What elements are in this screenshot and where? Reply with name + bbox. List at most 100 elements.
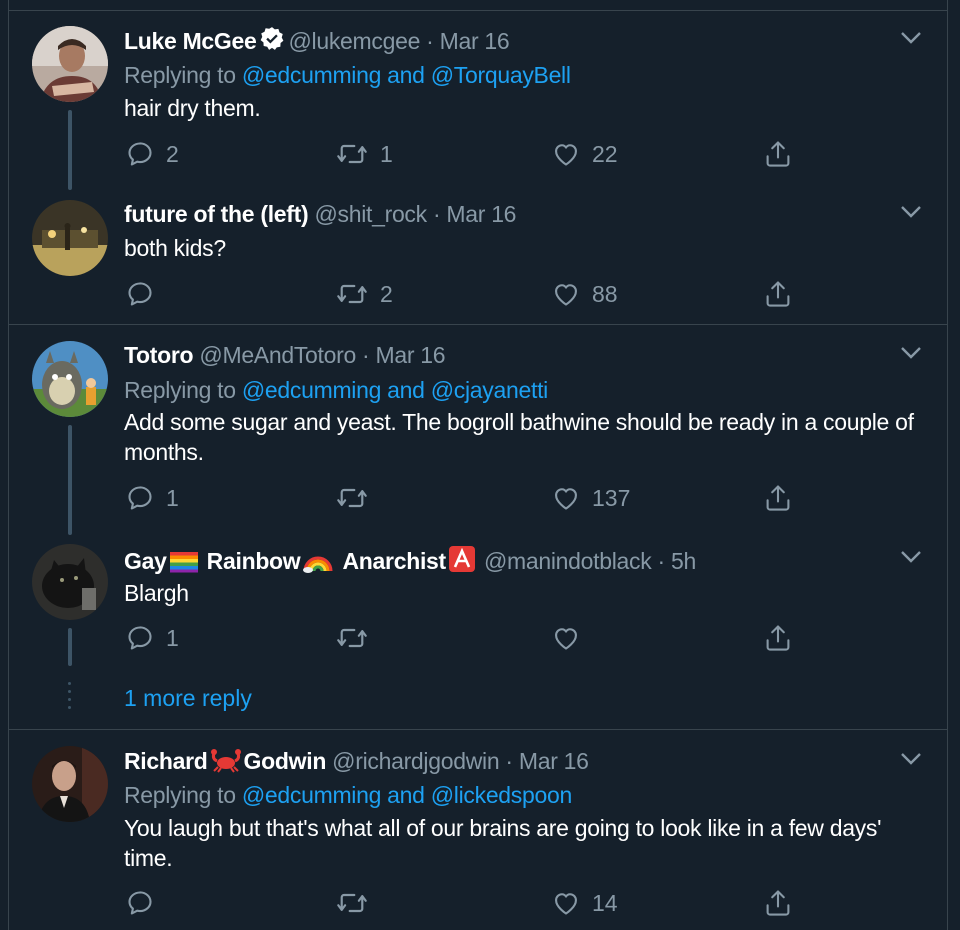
rainbow-emoji — [303, 556, 333, 573]
rainbow-flag-emoji — [169, 552, 198, 573]
replying-prefix: Replying to — [124, 62, 242, 88]
thread-line — [68, 110, 72, 190]
reply-count: 1 — [166, 484, 179, 511]
chevron-down-icon[interactable] — [900, 346, 922, 360]
timestamp[interactable]: Mar 16 — [376, 342, 446, 368]
replying-to: Replying to @edcumming and @cjayanetti — [124, 376, 548, 404]
share-icon — [766, 890, 790, 916]
avatar[interactable] — [32, 26, 108, 102]
handle[interactable]: @richardjgodwin — [332, 748, 499, 774]
tweet-text: Add some sugar and yeast. The bogroll ba… — [124, 409, 914, 465]
chevron-down-icon[interactable] — [900, 31, 922, 45]
avatar[interactable] — [32, 746, 108, 822]
reply-icon — [128, 891, 152, 915]
divider — [8, 324, 948, 325]
retweet-button[interactable] — [336, 483, 380, 513]
divider — [8, 10, 948, 11]
display-name-part[interactable]: Richard — [124, 748, 208, 774]
thread-line — [68, 425, 72, 535]
separator-dot: · — [505, 748, 513, 774]
thread-line — [68, 628, 72, 666]
reply-count: 1 — [166, 624, 179, 651]
like-button[interactable]: 22 — [552, 139, 618, 169]
crab-emoji — [210, 749, 241, 773]
reply-button[interactable] — [126, 888, 166, 918]
display-name-part[interactable]: Gay — [124, 548, 167, 574]
display-name-part[interactable]: Godwin — [244, 748, 327, 774]
more-replies-link[interactable]: 1 more reply — [124, 685, 252, 712]
display-name[interactable]: Luke McGee — [124, 28, 257, 54]
like-icon — [555, 628, 577, 650]
share-button[interactable] — [764, 279, 792, 309]
retweet-icon — [337, 144, 367, 164]
verified-badge-icon — [260, 27, 283, 50]
like-icon — [555, 144, 577, 166]
retweet-icon — [337, 628, 367, 648]
tweet-text: hair dry them. — [124, 95, 261, 121]
like-button[interactable]: 88 — [552, 279, 618, 309]
like-count: 22 — [592, 140, 618, 167]
chevron-down-icon[interactable] — [900, 752, 922, 766]
tweet-text: You laugh but that's what all of our bra… — [124, 815, 882, 871]
retweet-count: 1 — [380, 140, 393, 167]
display-name-part[interactable]: Rainbow — [207, 548, 301, 574]
chevron-down-icon[interactable] — [900, 205, 922, 219]
display-name[interactable]: Totoro — [124, 342, 194, 368]
reply-button[interactable]: 1 — [126, 483, 179, 513]
like-button[interactable]: 137 — [552, 483, 630, 513]
reply-button[interactable] — [126, 279, 166, 309]
handle[interactable]: @lukemcgee — [289, 28, 421, 54]
share-button[interactable] — [764, 623, 792, 653]
anarchy-a-emoji — [448, 546, 475, 572]
replying-prefix: Replying to — [124, 782, 242, 808]
share-button[interactable] — [764, 139, 792, 169]
retweet-icon — [337, 488, 367, 508]
reply-icon — [128, 486, 152, 510]
reply-button[interactable]: 2 — [126, 139, 179, 169]
like-button[interactable]: 14 — [552, 888, 618, 918]
handle[interactable]: @shit_rock — [314, 201, 427, 227]
display-name-part[interactable]: Anarchist — [343, 548, 447, 574]
tweet-header: Luke McGee @lukemcgee · Mar 16 — [124, 26, 510, 55]
like-icon — [555, 284, 577, 306]
retweet-count: 2 — [380, 280, 393, 307]
share-button[interactable] — [764, 888, 792, 918]
chevron-down-icon[interactable] — [900, 550, 922, 564]
reply-button[interactable]: 1 — [126, 623, 179, 653]
tweet-header: future of the (left) @shit_rock · Mar 16 — [124, 200, 516, 228]
share-icon — [766, 625, 790, 651]
like-icon — [555, 893, 577, 915]
avatar[interactable] — [32, 200, 108, 276]
share-button[interactable] — [764, 483, 792, 513]
separator-dot: · — [426, 28, 434, 54]
tweet-text: Blargh — [124, 580, 189, 606]
reply-count: 2 — [166, 140, 179, 167]
tweet-text: both kids? — [124, 235, 226, 261]
replying-mentions[interactable]: @edcumming and @cjayanetti — [242, 377, 548, 403]
replying-mentions[interactable]: @edcumming and @TorquayBell — [242, 62, 571, 88]
retweet-button[interactable] — [336, 888, 380, 918]
reply-icon — [128, 142, 152, 166]
like-count: 14 — [592, 889, 618, 916]
tweet-header: Gay Rainbow Anarchist @manindotblack · 5… — [124, 545, 696, 575]
replying-to: Replying to @edcumming and @TorquayBell — [124, 61, 571, 89]
timestamp[interactable]: 5h — [671, 548, 696, 574]
timestamp[interactable]: Mar 16 — [440, 28, 510, 54]
handle[interactable]: @manindotblack — [484, 548, 652, 574]
timestamp[interactable]: Mar 16 — [519, 748, 589, 774]
avatar[interactable] — [32, 544, 108, 620]
avatar[interactable] — [32, 341, 108, 417]
like-button[interactable] — [552, 623, 592, 653]
replying-mentions[interactable]: @edcumming and @lickedspoon — [242, 782, 572, 808]
retweet-button[interactable]: 2 — [336, 279, 393, 309]
separator-dot: · — [657, 548, 666, 574]
retweet-button[interactable] — [336, 623, 380, 653]
retweet-button[interactable]: 1 — [336, 139, 393, 169]
timestamp[interactable]: Mar 16 — [446, 201, 516, 227]
replying-prefix: Replying to — [124, 377, 242, 403]
replying-to: Replying to @edcumming and @lickedspoon — [124, 781, 572, 809]
separator-dot: · — [362, 342, 370, 368]
tweet-header: Richard Godwin @richardjgodwin · Mar 16 — [124, 747, 589, 775]
handle[interactable]: @MeAndTotoro — [199, 342, 356, 368]
display-name[interactable]: future of the (left) — [124, 201, 309, 227]
